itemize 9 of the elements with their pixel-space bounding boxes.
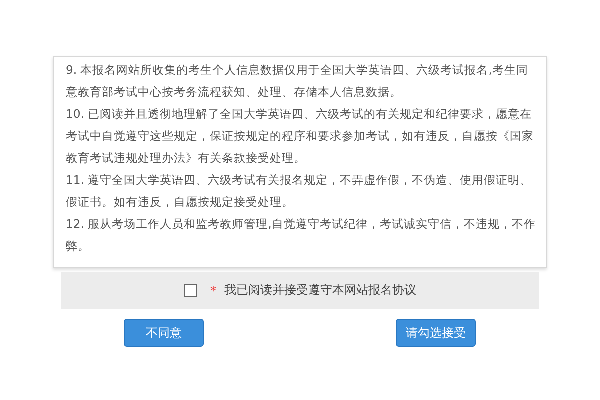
required-mark: * [210, 284, 216, 298]
agreement-clause: 11. 遵守全国大学英语四、六级考试有关报名规定，不弄虚作假，不伪造、使用假证明、假证书。如有违反，自愿按规定接受处理。 [66, 172, 534, 211]
disagree-button[interactable]: 不同意 [124, 319, 204, 347]
agreement-clause: 9. 本报名网站所收集的考生个人信息数据仅用于全国大学英语四、六级考试报名,考生同意教育部考试中心按考务流程获知、处理、存储本人信息数据。 [66, 62, 530, 101]
agreement-clause: 12. 服从考场工作人员和监考教师管理,自觉遵守考试纪律，考试诚实守信，不违规，不作弊。 [66, 216, 536, 255]
agreement-clause: 10. 已阅读并且透彻地理解了全国大学英语四、六级考试的有关规定和纪律要求，愿意在考试中自觉遵守这些规定，保证按规定的程序和要求参加考试，如有违反，自愿按《国家教育考试违规处理办法》有关条款接受处理。 [66, 106, 535, 167]
accept-button[interactable]: 请勾选接受 [396, 319, 476, 347]
consent-label: 我已阅读并接受遵守本网站报名协议 [224, 282, 416, 299]
consent-checkbox[interactable] [184, 284, 196, 297]
